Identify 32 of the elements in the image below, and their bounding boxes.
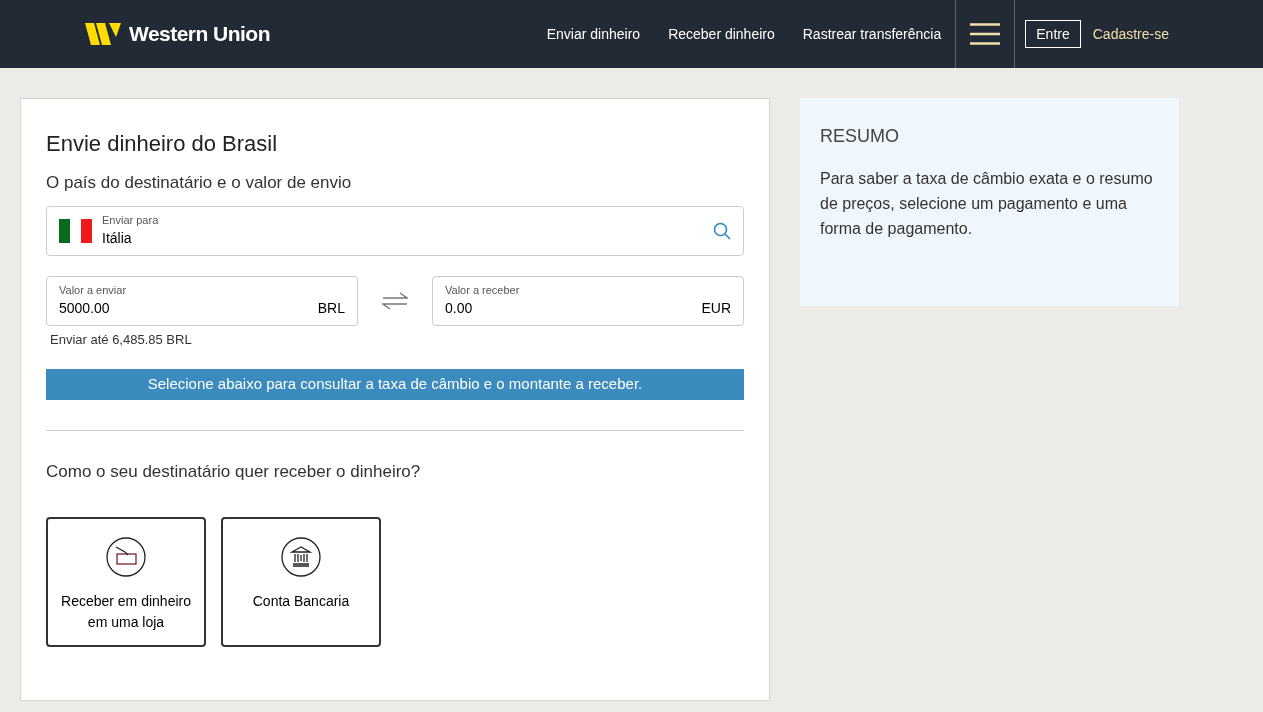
field-label: Enviar para [102,212,159,228]
field-value: Itália [102,229,133,249]
delivery-option[interactable]: Receber em dinheiro em uma loja [46,516,206,647]
field-value: 0.00 [445,299,473,319]
nav-link[interactable]: Rastrear transferência [802,24,942,44]
signup-link[interactable]: Cadastre-se [1092,24,1169,44]
delivery-option[interactable]: Conta Bancaria [221,516,381,647]
brand-name: Western Union [129,21,270,48]
logo-icon [85,23,121,45]
search-icon [713,221,731,240]
send-limit-text: Enviar até 6,485.85 BRL [50,330,193,349]
field-label: Valor a receber [445,282,520,298]
receive-amount-field[interactable]: Valor a receber 0.00 EUR [432,275,744,326]
menu-icon[interactable] [970,23,1001,45]
flag-icon [59,218,92,243]
summary-title: RESUMO [820,125,900,148]
currency-code: EUR [701,299,731,319]
swap-icon[interactable] [382,291,408,310]
form-subtitle: O país do destinatário e o valor de envio [46,172,353,194]
question-text: Como o seu destinatário quer receber o dinheiro? [46,461,422,483]
field-label: Valor a enviar [59,282,127,298]
summary-text: Para saber a taxa de câmbio exata e o resumo de preços, selecione um pagamento e uma forma de pagamento. [820,169,1154,239]
info-banner: Selecione abaixo para consultar a taxa de câmbio e o montante a receber. [46,369,744,400]
form-title: Envie dinheiro do Brasil [46,130,279,158]
nav-link[interactable]: Receber dinheiro [668,24,775,44]
nav-link[interactable]: Enviar dinheiro [546,24,641,44]
field-value: 5000.00 [59,299,110,319]
bank-icon [281,536,321,577]
currency-code: BRL [317,299,345,319]
send-amount-field[interactable]: Valor a enviar 5000.00 BRL [46,275,358,326]
destination-field[interactable]: Enviar para Itália [46,205,744,256]
login-button[interactable]: Entre [1025,20,1081,48]
